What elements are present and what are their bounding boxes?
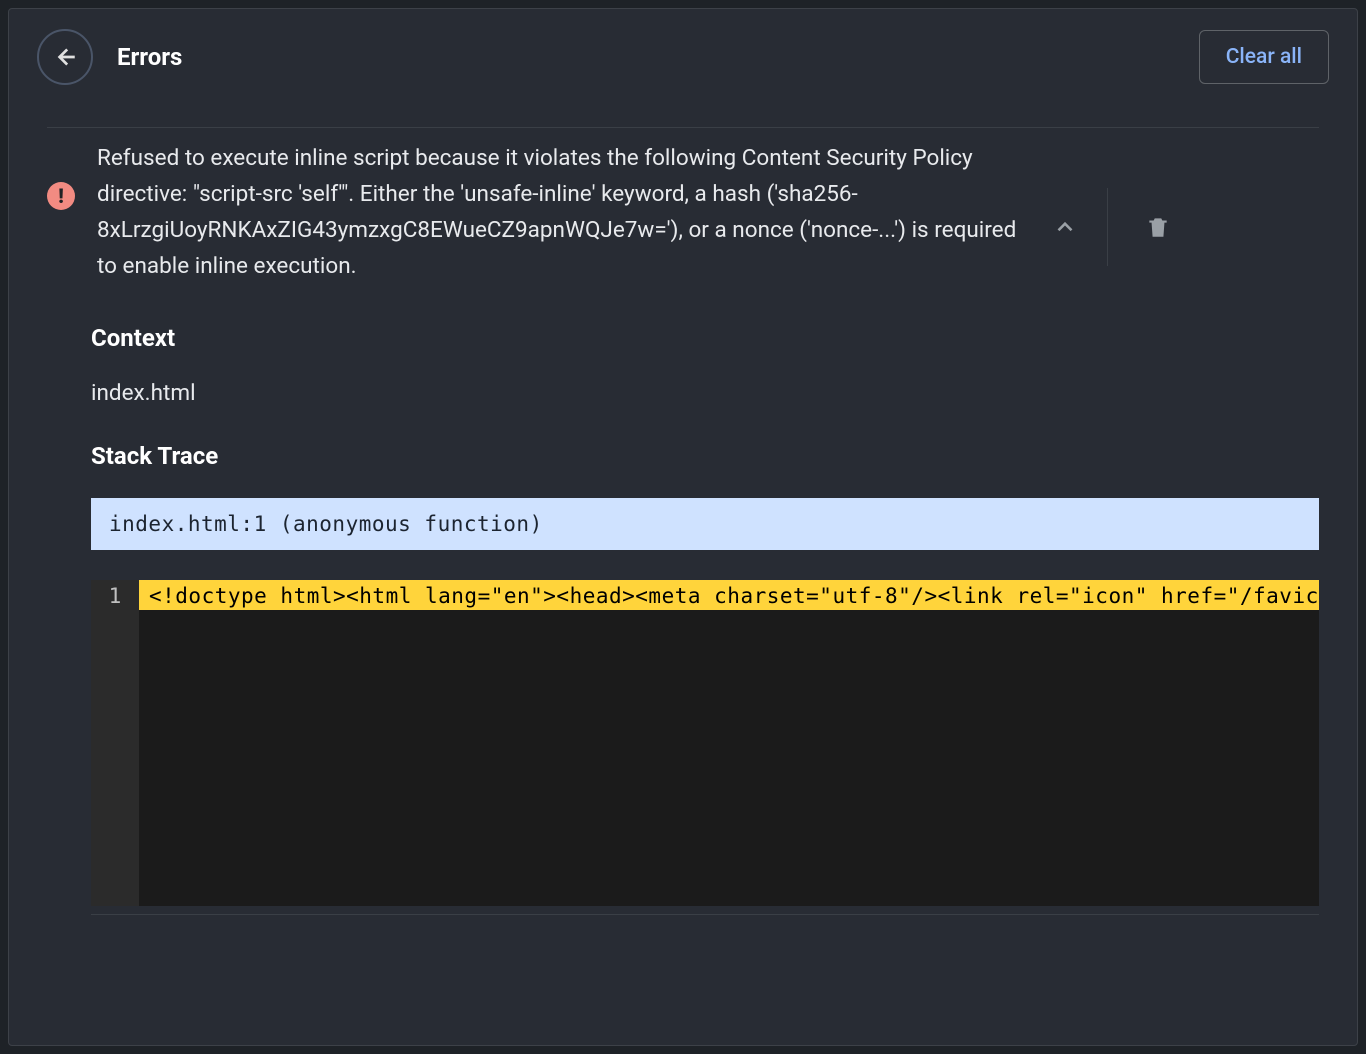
code-line-highlighted: <!doctype html><html lang="en"><head><me… [139, 580, 1319, 610]
bottom-divider [91, 914, 1319, 915]
error-entry: ! Refused to execute inline script becau… [9, 128, 1357, 298]
errors-panel: Errors Clear all ! Refused to execute in… [8, 8, 1358, 1046]
stack-frame[interactable]: index.html:1 (anonymous function) [91, 498, 1319, 550]
code-viewer[interactable]: 1 <!doctype html><html lang="en"><head><… [91, 580, 1319, 906]
arrow-left-icon [52, 44, 78, 70]
context-value: index.html [91, 380, 1319, 406]
context-heading: Context [91, 324, 1319, 352]
code-area: <!doctype html><html lang="en"><head><me… [139, 580, 1319, 906]
code-row: 1 <!doctype html><html lang="en"><head><… [91, 580, 1319, 906]
chevron-up-icon [1052, 214, 1078, 240]
error-badge-icon: ! [47, 182, 75, 210]
panel-title: Errors [117, 43, 182, 71]
stacktrace-block: index.html:1 (anonymous function) 1 <!do… [91, 498, 1319, 906]
context-section: Context index.html Stack Trace [91, 324, 1319, 498]
collapse-button[interactable] [1041, 203, 1089, 251]
stacktrace-heading: Stack Trace [91, 442, 1319, 470]
trash-icon [1145, 214, 1171, 240]
error-message: Refused to execute inline script because… [97, 140, 1017, 284]
delete-button[interactable] [1128, 203, 1188, 251]
action-divider [1107, 188, 1108, 266]
panel-header: Errors Clear all [9, 9, 1357, 103]
error-actions [1041, 188, 1188, 266]
line-number: 1 [91, 580, 139, 906]
clear-all-button[interactable]: Clear all [1199, 30, 1329, 84]
back-button[interactable] [37, 29, 93, 85]
